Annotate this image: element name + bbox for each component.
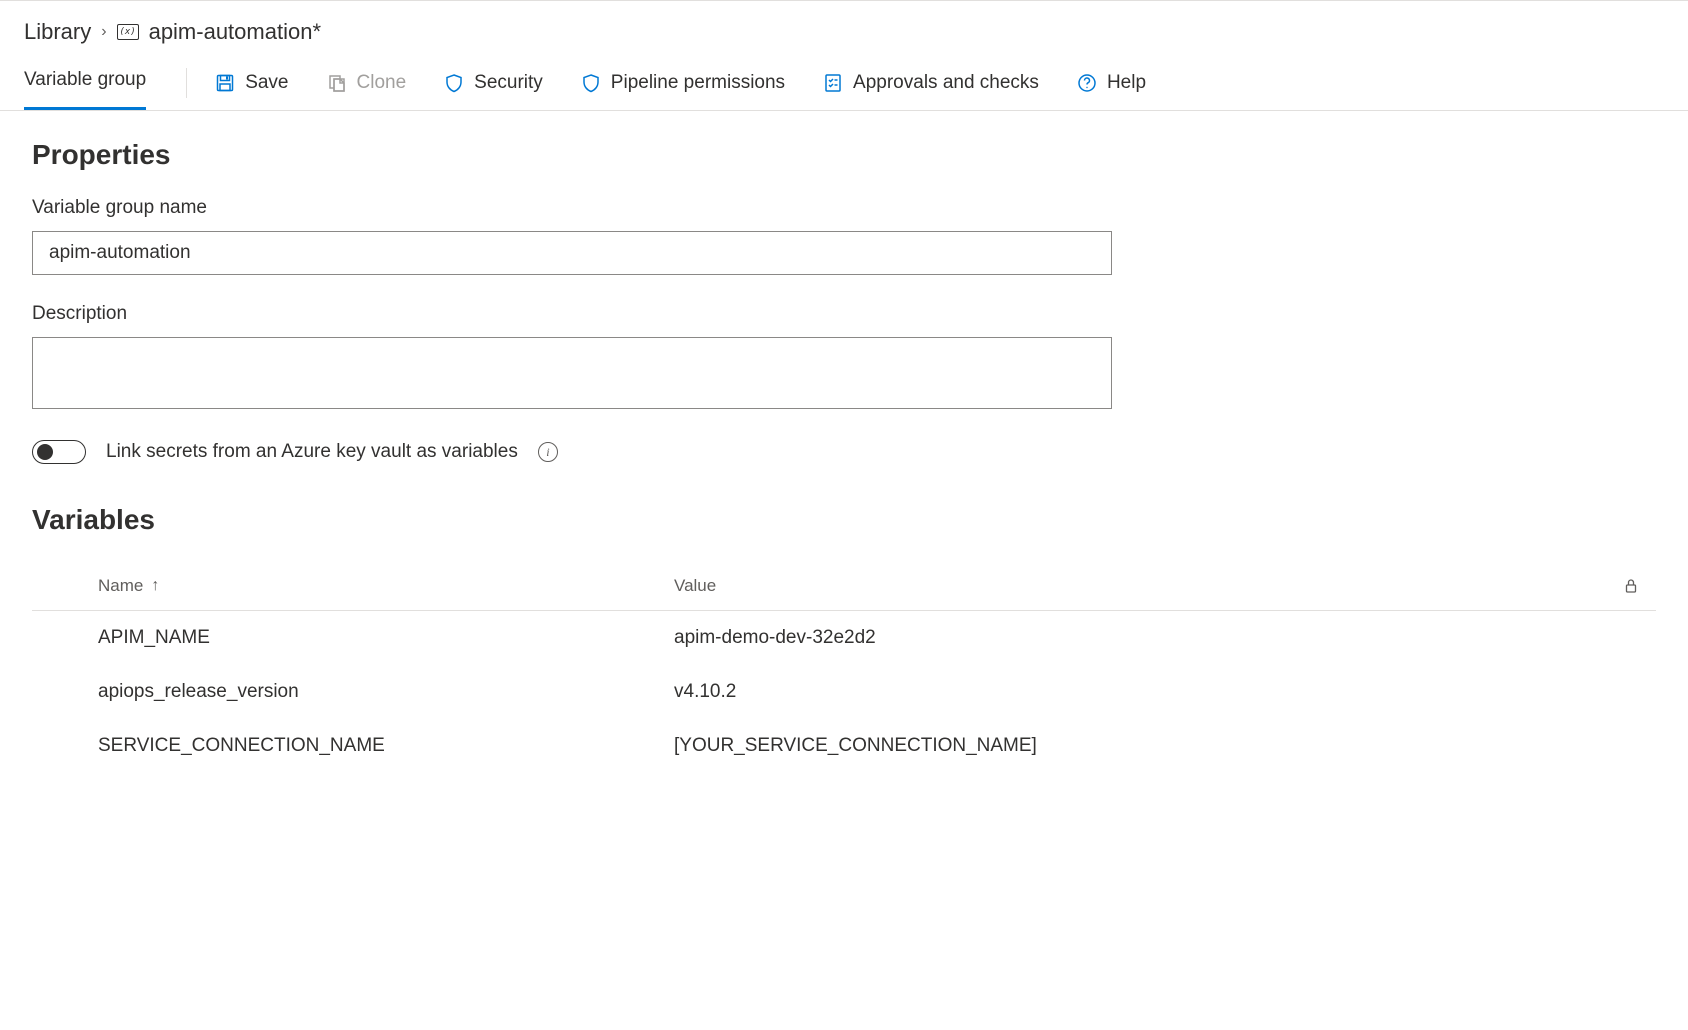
help-label: Help (1107, 72, 1146, 94)
clone-label: Clone (357, 72, 407, 94)
sort-ascending-icon: ↑ (151, 577, 159, 595)
approvals-checks-label: Approvals and checks (853, 72, 1039, 94)
column-name-label: Name (98, 576, 143, 596)
table-header: Name ↑ Value (32, 562, 1656, 611)
tab-variable-group[interactable]: Variable group (24, 55, 146, 110)
content: Properties Variable group name Descripti… (0, 111, 1688, 801)
column-header-value[interactable]: Value (574, 576, 1606, 596)
name-label: Variable group name (32, 197, 1656, 219)
toolbar: Variable group Save Clone Security Pipel… (0, 55, 1688, 111)
save-button[interactable]: Save (215, 72, 288, 94)
variables-table: Name ↑ Value APIM_NAMEapim-demo-dev-32e2… (32, 562, 1656, 773)
properties-heading: Properties (32, 139, 1656, 171)
pipeline-permissions-button[interactable]: Pipeline permissions (581, 72, 785, 94)
cell-value[interactable]: v4.10.2 (574, 681, 1606, 703)
cell-value[interactable]: [YOUR_SERVICE_CONNECTION_NAME] (574, 735, 1606, 757)
help-icon (1077, 73, 1097, 93)
variable-group-icon (117, 24, 139, 40)
help-button[interactable]: Help (1077, 72, 1146, 94)
cell-name[interactable]: APIM_NAME (32, 627, 574, 649)
column-header-lock (1606, 578, 1656, 594)
cell-name[interactable]: SERVICE_CONNECTION_NAME (32, 735, 574, 757)
save-icon (215, 73, 235, 93)
table-row[interactable]: SERVICE_CONNECTION_NAME[YOUR_SERVICE_CON… (32, 719, 1656, 773)
info-icon[interactable]: i (538, 442, 558, 462)
shield-icon (444, 73, 464, 93)
security-label: Security (474, 72, 543, 94)
checklist-icon (823, 73, 843, 93)
link-secrets-toggle[interactable] (32, 440, 86, 464)
column-header-name[interactable]: Name ↑ (32, 576, 574, 596)
column-value-label: Value (674, 576, 716, 595)
table-row[interactable]: apiops_release_versionv4.10.2 (32, 665, 1656, 719)
breadcrumb-root[interactable]: Library (24, 19, 91, 45)
approvals-checks-button[interactable]: Approvals and checks (823, 72, 1039, 94)
shield-icon (581, 73, 601, 93)
cell-name[interactable]: apiops_release_version (32, 681, 574, 703)
description-input[interactable] (32, 337, 1112, 409)
cell-value[interactable]: apim-demo-dev-32e2d2 (574, 627, 1606, 649)
link-secrets-row: Link secrets from an Azure key vault as … (32, 440, 1656, 464)
field-description: Description (32, 303, 1656, 412)
toolbar-separator (186, 68, 187, 98)
security-button[interactable]: Security (444, 72, 543, 94)
clone-icon (327, 73, 347, 93)
breadcrumb: Library › apim-automation* (0, 0, 1688, 55)
clone-button: Clone (327, 72, 407, 94)
chevron-right-icon: › (101, 23, 106, 41)
variables-heading: Variables (32, 504, 1656, 536)
link-secrets-label: Link secrets from an Azure key vault as … (106, 441, 518, 463)
toggle-knob (37, 444, 53, 460)
name-input[interactable] (32, 231, 1112, 275)
description-label: Description (32, 303, 1656, 325)
lock-icon (1623, 578, 1639, 594)
save-label: Save (245, 72, 288, 94)
table-row[interactable]: APIM_NAMEapim-demo-dev-32e2d2 (32, 611, 1656, 665)
breadcrumb-title: apim-automation* (149, 19, 321, 45)
pipeline-permissions-label: Pipeline permissions (611, 72, 785, 94)
field-name: Variable group name (32, 197, 1656, 275)
